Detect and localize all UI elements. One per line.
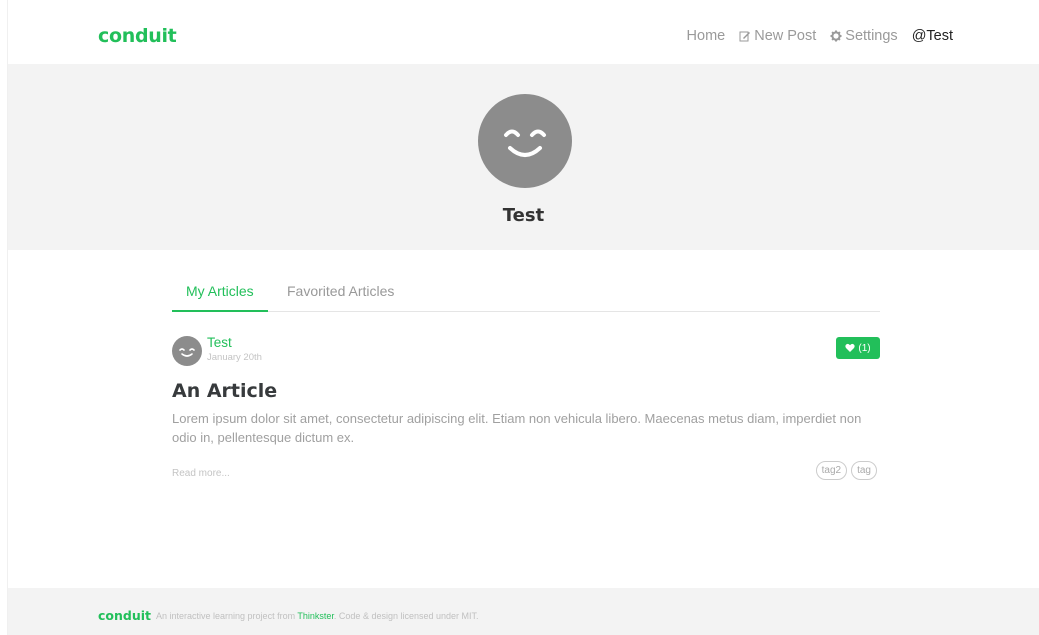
article-description: Lorem ipsum dolor sit amet, consectetur … [172,411,862,445]
article-title[interactable]: An Article [172,380,277,402]
smiley-avatar-icon [179,348,195,357]
nav-new-post-label: New Post [754,28,817,44]
smiley-avatar-icon [504,129,546,157]
thinkster-link[interactable]: Thinkster [297,611,334,621]
profile-banner: Test [8,64,1039,250]
tab-favorited-articles[interactable]: Favorited Articles [287,283,394,312]
nav-settings-label: Settings [845,28,898,44]
profile-username: Test [502,205,545,226]
brand-logo[interactable]: conduit [98,25,177,47]
footer-brand[interactable]: conduit [98,608,151,623]
article-date: January 20th [207,352,262,363]
nav-links: Home New Post Settings @Test [687,28,953,44]
read-more-link[interactable]: Read more... [172,468,230,479]
footer: conduit An interactive learning project … [8,588,1039,635]
footer-attribution: An interactive learning project from Thi… [156,611,479,621]
heart-icon [845,343,856,352]
nav-profile-label: @Test [911,28,953,44]
tab-my-articles[interactable]: My Articles [172,283,268,312]
tag-pill: tag2 [815,461,848,480]
navbar: conduit Home New Post Settings @Test [8,0,1039,64]
article-tabs: My Articles Favorited Articles [172,283,880,312]
page-edge [0,0,8,635]
nav-new-post[interactable]: New Post [739,28,816,44]
author-avatar[interactable] [172,336,202,366]
nav-home-label: Home [686,28,726,44]
edit-icon [739,31,751,42]
nav-profile[interactable]: @Test [912,28,953,44]
favorite-count: (1) [858,342,871,354]
footer-text-before: An interactive learning project from [156,611,298,621]
author-name[interactable]: Test [207,335,232,350]
nav-settings[interactable]: Settings [830,28,898,44]
tag-pill: tag [851,461,877,480]
nav-home[interactable]: Home [687,28,726,44]
footer-text-after: . Code & design licensed under MIT. [333,611,479,621]
favorite-button[interactable]: (1) [836,337,880,359]
tag-list: tag2 tag [815,461,877,480]
gear-icon [830,30,842,42]
profile-avatar [478,94,572,188]
